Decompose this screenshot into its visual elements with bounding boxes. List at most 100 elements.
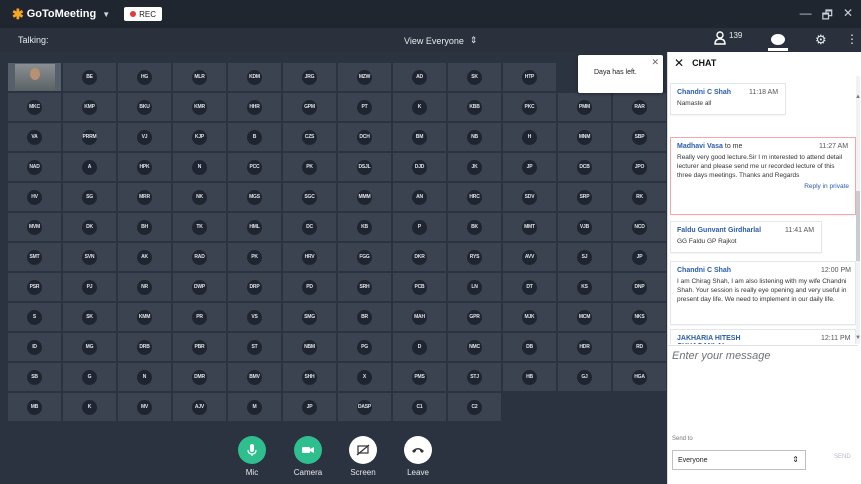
participant-tile[interactable]: KJP [172,122,227,152]
participant-tile[interactable]: BH [117,212,172,242]
participant-tile[interactable]: KB [337,212,392,242]
participant-tile[interactable]: HRC [447,182,502,212]
participant-tile[interactable]: GPM [282,92,337,122]
participant-tile[interactable]: HDR [557,332,612,362]
participant-tile[interactable]: HPK [117,152,172,182]
participant-tile[interactable]: HHR [227,92,282,122]
participant-tile[interactable]: NB [447,122,502,152]
close-window-button[interactable]: ✕ [843,6,853,27]
participant-tile[interactable]: JP [612,242,667,272]
participant-tile[interactable]: KMR [172,92,227,122]
participant-tile[interactable]: DSJL [337,152,392,182]
participant-tile[interactable]: DK [62,212,117,242]
participant-tile[interactable]: RAR [612,92,667,122]
participant-tile[interactable]: DNP [612,272,667,302]
participant-tile[interactable]: PCB [392,272,447,302]
chat-toggle-button[interactable] [768,32,788,52]
participant-tile[interactable]: GPR [447,302,502,332]
participant-tile[interactable]: N [117,362,172,392]
participant-tile[interactable]: PK [227,242,282,272]
participant-tile[interactable]: SK [447,62,502,92]
camera-button[interactable]: Camera [288,436,328,477]
participant-tile[interactable]: JP [502,152,557,182]
participant-tile[interactable]: DWP [172,272,227,302]
participant-tile[interactable]: BKU [117,92,172,122]
send-to-select[interactable]: Everyone ⇕ [672,450,806,470]
participant-tile[interactable]: PBR [172,332,227,362]
leave-button[interactable]: Leave [398,436,438,477]
reply-in-private-link[interactable]: Reply in private [677,183,849,190]
participant-tile[interactable]: NMC [447,332,502,362]
participant-tile[interactable]: AN [392,182,447,212]
participant-tile[interactable]: M [227,392,282,422]
participant-tile[interactable]: DRP [227,272,282,302]
participant-tile[interactable]: G [62,362,117,392]
participant-tile[interactable]: MAH [392,302,447,332]
participant-tile[interactable]: P [392,212,447,242]
participant-tile[interactable]: B [227,122,282,152]
chat-scrollbar[interactable] [856,76,860,344]
participant-tile[interactable]: ID [7,332,62,362]
participant-tile[interactable]: AD [392,62,447,92]
screen-share-button[interactable]: Screen [343,436,383,477]
scroll-up-icon[interactable]: ▲ [855,94,861,100]
participant-tile[interactable]: PMS [392,362,447,392]
participant-tile[interactable]: FGG [337,242,392,272]
participant-tile[interactable]: MZW [337,62,392,92]
participant-tile[interactable]: MNM [557,122,612,152]
participant-tile[interactable]: DCB [557,152,612,182]
participant-tile[interactable]: MJK [502,302,557,332]
participant-tile[interactable]: SBP [612,122,667,152]
close-chat-button[interactable]: ✕ [674,56,684,70]
participant-tile[interactable]: MMM [337,182,392,212]
participant-tile[interactable]: MLR [172,62,227,92]
participant-tile[interactable]: PSR [7,272,62,302]
participant-tile[interactable]: MGS [227,182,282,212]
participant-tile[interactable]: PG [337,332,392,362]
message-input[interactable]: Enter your message [668,345,858,430]
participant-tile[interactable]: DCH [337,122,392,152]
participant-tile[interactable]: RYS [447,242,502,272]
participant-tile[interactable]: HGA [612,362,667,392]
minimize-button[interactable]: — [800,6,812,27]
participant-video-tile[interactable] [7,62,62,92]
participant-tile[interactable]: MRR [117,182,172,212]
participant-tile[interactable]: PKC [502,92,557,122]
participant-tile[interactable]: PRRM [62,122,117,152]
participant-tile[interactable]: SGC [282,182,337,212]
participant-tile[interactable]: PT [337,92,392,122]
participant-tile[interactable]: HML [227,212,282,242]
participant-tile[interactable]: MMT [502,212,557,242]
participant-tile[interactable]: VA [7,122,62,152]
participant-tile[interactable]: KMP [62,92,117,122]
participant-tile[interactable]: KS [557,272,612,302]
participant-tile[interactable]: SMG [282,302,337,332]
participant-tile[interactable]: ST [227,332,282,362]
more-options-button[interactable]: ⋮ [846,32,858,46]
participant-tile[interactable]: MB [7,392,62,422]
participant-tile[interactable]: JRG [282,62,337,92]
participant-tile[interactable]: K [392,92,447,122]
participant-tile[interactable]: AJV [172,392,227,422]
toast-close-button[interactable]: ✕ [651,57,659,68]
participant-tile[interactable]: STJ [447,362,502,392]
participant-tile[interactable]: SRP [557,182,612,212]
participant-tile[interactable]: NCD [612,212,667,242]
participant-tile[interactable]: MKC [7,92,62,122]
participant-tile[interactable]: DJD [392,152,447,182]
participant-tile[interactable]: SVN [62,242,117,272]
participant-tile[interactable]: K [62,392,117,422]
participant-tile[interactable]: KBB [447,92,502,122]
participant-tile[interactable]: SK [62,302,117,332]
participant-tile[interactable]: RAD [172,242,227,272]
participant-tile[interactable]: HRV [282,242,337,272]
app-menu[interactable]: ✱ GoToMeeting ▼ [12,6,110,23]
participant-tile[interactable]: NBM [282,332,337,362]
participant-tile[interactable]: CZS [282,122,337,152]
participant-tile[interactable]: DASP [337,392,392,422]
participant-tile[interactable]: HB [502,362,557,392]
participant-tile[interactable]: D [392,332,447,362]
participant-tile[interactable]: VJB [557,212,612,242]
participant-tile[interactable]: HG [117,62,172,92]
participant-tile[interactable]: NAD [7,152,62,182]
